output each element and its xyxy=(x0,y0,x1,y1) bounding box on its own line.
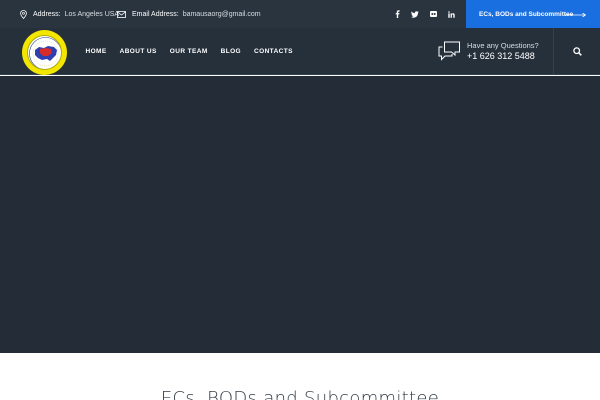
twitter-icon[interactable] xyxy=(406,5,424,23)
site-logo[interactable] xyxy=(22,30,67,75)
nav-home[interactable]: HOME xyxy=(79,48,113,55)
primary-menu: HOME ABOUT US OUR TEAM BLOG CONTACTS xyxy=(79,28,299,75)
address-value: Los Angeles USA xyxy=(64,10,120,18)
facebook-icon[interactable] xyxy=(388,5,406,23)
subcommittee-cta-button[interactable]: ECs, BODs and Subcommittee xyxy=(466,0,600,28)
nav-contacts[interactable]: CONTACTS xyxy=(248,48,300,55)
email-info: Email Address: bamausaorg@gmail.com xyxy=(117,0,261,28)
address-info: Address: Los Angeles USA xyxy=(20,0,119,28)
email-value[interactable]: bamausaorg@gmail.com xyxy=(183,11,261,18)
nav-our-team[interactable]: OUR TEAM xyxy=(163,48,214,55)
cta-label: ECs, BODs and Subcommittee xyxy=(479,10,574,18)
logo-emblem xyxy=(27,35,62,70)
phone-number[interactable]: +1 626 312 5488 xyxy=(467,50,539,63)
search-button[interactable] xyxy=(553,28,600,75)
page-title: ECs, BODs and Subcommittee xyxy=(160,388,440,400)
map-pin-icon xyxy=(20,9,27,19)
nav-blog[interactable]: BLOG xyxy=(214,48,247,55)
envelope-icon xyxy=(117,10,126,18)
email-label: Email Address: xyxy=(132,10,179,18)
hero-banner xyxy=(0,76,600,353)
chat-bubbles-icon xyxy=(438,41,460,61)
social-links xyxy=(388,0,460,28)
questions-label: Have any Questions? xyxy=(467,41,539,50)
long-arrow-right-icon xyxy=(564,13,586,17)
contact-questions: Have any Questions? +1 626 312 5488 xyxy=(438,41,539,63)
top-bar: Address: Los Angeles USA Email Address: … xyxy=(0,0,600,28)
flickr-icon[interactable] xyxy=(424,5,442,23)
address-label: Address: xyxy=(33,10,61,18)
main-navbar: HOME ABOUT US OUR TEAM BLOG CONTACTS Hav… xyxy=(0,28,600,75)
nav-about-us[interactable]: ABOUT US xyxy=(113,48,163,55)
search-icon xyxy=(572,47,582,56)
linkedin-icon[interactable] xyxy=(442,5,460,23)
